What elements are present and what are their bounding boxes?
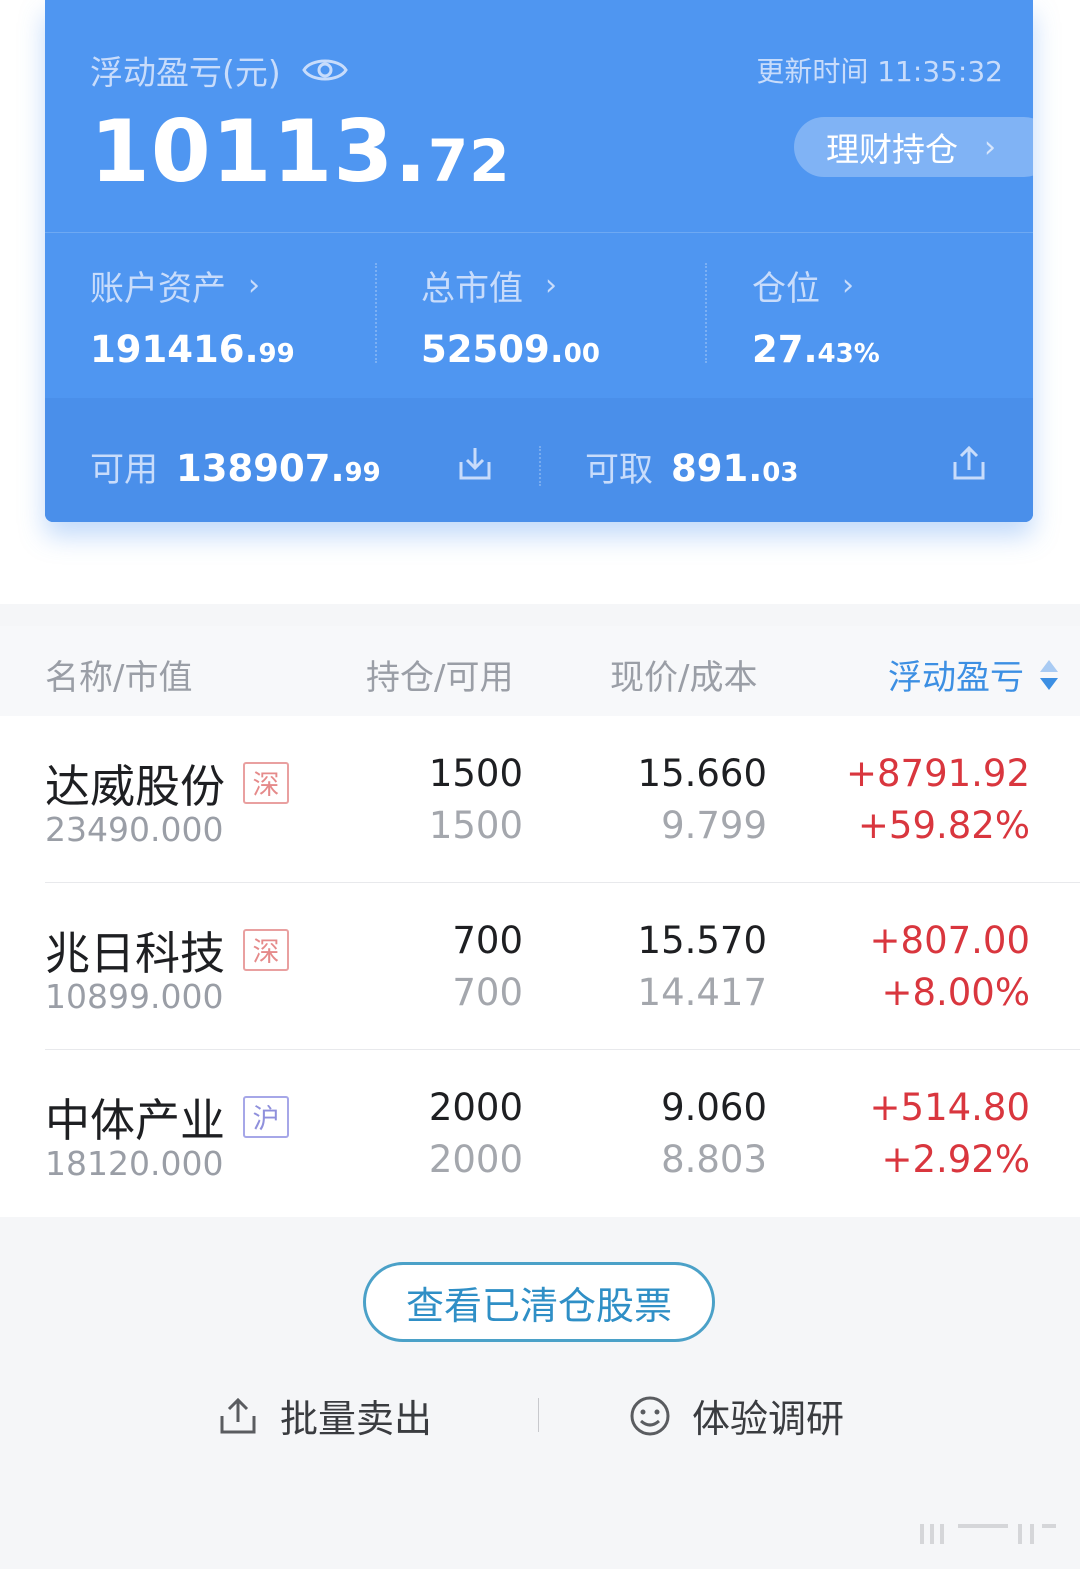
available-label: 可用: [90, 450, 158, 490]
metric-value-dec: 00: [563, 339, 600, 369]
eye-icon[interactable]: [301, 53, 349, 87]
pnl-value: 10113.72: [90, 102, 511, 202]
pnl-amount: +514.80: [869, 1086, 1030, 1129]
header-price[interactable]: 现价/成本: [610, 650, 757, 699]
chevron-right-icon: ›: [842, 268, 854, 303]
cost-price: 14.417: [637, 971, 767, 1014]
survey-label: 体验调研: [692, 1397, 845, 1441]
pnl-label: 浮动盈亏(元): [90, 53, 281, 92]
batch-sell-label: 批量卖出: [280, 1397, 433, 1441]
upload-icon[interactable]: [949, 444, 989, 484]
stock-name-cell: 中体产业 沪: [45, 1084, 290, 1149]
metric-value-int: 191416.: [90, 328, 259, 371]
pnl-value-int: 10113.: [90, 102, 428, 202]
metric-label: 总市值: [421, 269, 523, 309]
cost-price: 8.803: [661, 1138, 767, 1181]
holdings-list: 达威股份 深 23490.000 1500 1500 15.660 9.799 …: [0, 716, 1080, 1217]
market-badge: 沪: [243, 1095, 290, 1138]
chevron-right-icon: ›: [248, 268, 260, 303]
sort-icon: [1040, 659, 1058, 690]
download-icon[interactable]: [455, 444, 495, 484]
table-row[interactable]: 兆日科技 深 10899.000 700 700 15.570 14.417 +…: [0, 883, 1080, 1050]
bottom-actions: 批量卖出 体验调研: [0, 1388, 1080, 1448]
table-row[interactable]: 中体产业 沪 18120.000 2000 2000 9.060 8.803 +…: [0, 1050, 1080, 1217]
smiley-icon: [630, 1396, 670, 1435]
available-int: 138907.: [176, 447, 345, 490]
pnl-amount: +807.00: [869, 919, 1030, 962]
update-time: 更新时间 11:35:32: [756, 55, 1003, 88]
avail-qty: 2000: [428, 1138, 523, 1181]
withdrawable-dec: 03: [762, 458, 799, 488]
divider: [539, 446, 541, 486]
avail-qty: 1500: [428, 804, 523, 847]
metric-value-int: 27.: [752, 328, 818, 371]
pnl-percent: +59.82%: [857, 804, 1030, 847]
metric-label: 账户资产: [90, 269, 226, 309]
current-price: 15.570: [637, 919, 767, 962]
metric-position-ratio[interactable]: 仓位 › 27.43%: [752, 261, 880, 371]
account-summary-card: 浮动盈亏(元) 更新时间 11:35:32 10113.72 理财持仓 › 账户…: [45, 0, 1033, 522]
holdings-table-header: 名称/市值 持仓/可用 现价/成本 浮动盈亏: [0, 626, 1080, 716]
hold-qty: 700: [452, 919, 523, 962]
watermark-icon: [920, 1524, 1056, 1544]
pnl-label-row: 浮动盈亏(元): [90, 46, 349, 94]
stock-name: 达威股份: [45, 760, 226, 813]
withdrawable-label: 可取: [585, 450, 653, 490]
metric-value-dec: 99: [258, 339, 295, 369]
survey-button[interactable]: 体验调研: [628, 1388, 844, 1443]
pnl-percent: +2.92%: [881, 1138, 1030, 1181]
market-badge: 深: [243, 928, 290, 971]
wealth-holdings-button[interactable]: 理财持仓 ›: [794, 117, 1033, 177]
pnl-amount: +8791.92: [845, 752, 1030, 795]
stock-market-value: 18120.000: [45, 1144, 224, 1183]
header-name[interactable]: 名称/市值: [45, 650, 192, 699]
view-cleared-stocks-button[interactable]: 查看已清仓股票: [363, 1262, 715, 1342]
header-pnl-label: 浮动盈亏: [888, 658, 1024, 698]
header-pnl[interactable]: 浮动盈亏: [888, 650, 1062, 699]
available-funds: 可用 138907. 99: [90, 442, 381, 491]
chevron-right-icon: ›: [984, 129, 996, 165]
current-price: 15.660: [637, 752, 767, 795]
available-dec: 99: [344, 458, 381, 488]
stock-market-value: 10899.000: [45, 977, 224, 1016]
stock-name-cell: 兆日科技 深: [45, 917, 290, 982]
pnl-section: 浮动盈亏(元) 更新时间 11:35:32 10113.72 理财持仓 ›: [45, 0, 1033, 232]
withdrawable-funds: 可取 891. 03: [585, 442, 798, 491]
metric-market-value[interactable]: 总市值 › 52509.00: [421, 261, 600, 371]
stock-market-value: 23490.000: [45, 810, 224, 849]
avail-qty: 700: [452, 971, 523, 1014]
divider: [375, 263, 377, 363]
header-position[interactable]: 持仓/可用: [366, 650, 513, 699]
funds-row: 可用 138907. 99 可取 891. 03: [45, 398, 1033, 522]
hold-qty: 1500: [428, 752, 523, 795]
pnl-percent: +8.00%: [881, 971, 1030, 1014]
hold-qty: 2000: [428, 1086, 523, 1129]
batch-sell-button[interactable]: 批量卖出: [216, 1388, 432, 1443]
stock-name: 中体产业: [45, 1094, 226, 1147]
current-price: 9.060: [661, 1086, 767, 1129]
divider: [538, 1398, 539, 1432]
table-row[interactable]: 达威股份 深 23490.000 1500 1500 15.660 9.799 …: [0, 716, 1080, 883]
market-badge: 深: [243, 761, 290, 804]
wealth-holdings-label: 理财持仓: [826, 130, 958, 169]
stock-name-cell: 达威股份 深: [45, 750, 290, 815]
share-icon: [220, 1397, 256, 1433]
pnl-value-dec: 72: [427, 127, 511, 195]
metrics-row: 账户资产 › 191416.99 总市值 › 52509.00 仓位 › 27.43%: [45, 233, 1033, 398]
divider: [705, 263, 707, 363]
metric-value-dec: 43%: [817, 339, 880, 369]
metric-label: 仓位: [752, 269, 820, 309]
metric-account-assets[interactable]: 账户资产 › 191416.99: [90, 261, 295, 371]
stock-name: 兆日科技: [45, 927, 226, 980]
withdrawable-int: 891.: [671, 447, 763, 490]
cost-price: 9.799: [661, 804, 767, 847]
chevron-right-icon: ›: [545, 268, 557, 303]
metric-value-int: 52509.: [421, 328, 564, 371]
